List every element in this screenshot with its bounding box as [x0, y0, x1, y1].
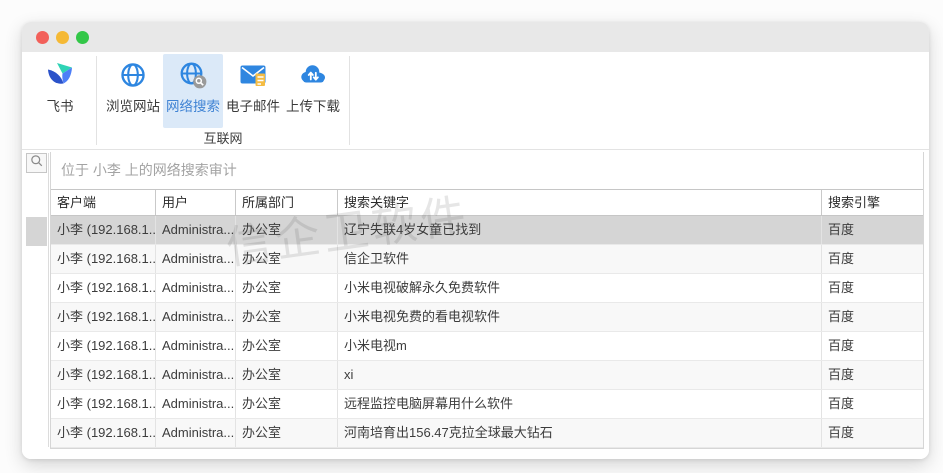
table-row[interactable]: 小李 (192.168.1... Administra... 办公室 小米电视破…: [51, 274, 923, 303]
cell-engine: 百度: [822, 245, 923, 273]
cell-user: Administra...: [156, 390, 236, 418]
cell-engine: 百度: [822, 390, 923, 418]
cell-engine: 百度: [822, 419, 923, 447]
content-area: 信企卫软件 位于 小李 上的网络搜索审计 客户端用户所属部门搜索关键字搜索引擎 …: [22, 150, 929, 459]
cell-client: 小李 (192.168.1...: [51, 332, 156, 360]
minimize-button[interactable]: [56, 31, 69, 44]
search-icon: [29, 153, 45, 174]
table-row[interactable]: 小李 (192.168.1... Administra... 办公室 辽宁失联4…: [51, 216, 923, 245]
close-button[interactable]: [36, 31, 49, 44]
table-row[interactable]: 小李 (192.168.1... Administra... 办公室 小米电视m…: [51, 332, 923, 361]
toolbar-item-label: 浏览网站: [106, 95, 160, 115]
toolbar: 飞书 浏览网站: [22, 52, 929, 150]
table-row[interactable]: 小李 (192.168.1... Administra... 办公室 信企卫软件…: [51, 245, 923, 274]
table-header-row: 客户端用户所属部门搜索关键字搜索引擎: [51, 189, 923, 216]
cell-keyword: 小米电视m: [338, 332, 822, 360]
table-body: 小李 (192.168.1... Administra... 办公室 辽宁失联4…: [51, 216, 923, 448]
column-header[interactable]: 所属部门: [236, 190, 338, 215]
cell-client: 小李 (192.168.1...: [51, 419, 156, 447]
cell-client: 小李 (192.168.1...: [51, 361, 156, 389]
table-row[interactable]: 小李 (192.168.1... Administra... 办公室 远程监控电…: [51, 390, 923, 419]
toolbar-group-label-spacer: [30, 131, 90, 147]
cell-user: Administra...: [156, 419, 236, 447]
audit-panel: 位于 小李 上的网络搜索审计 客户端用户所属部门搜索关键字搜索引擎 小李 (19…: [50, 152, 924, 449]
toolbar-item-email[interactable]: 电子邮件: [223, 54, 283, 128]
toolbar-item-label: 电子邮件: [226, 95, 280, 115]
cell-department: 办公室: [236, 332, 338, 360]
toolbar-divider: [349, 56, 350, 145]
cell-client: 小李 (192.168.1...: [51, 245, 156, 273]
cell-engine: 百度: [822, 303, 923, 331]
cell-user: Administra...: [156, 274, 236, 302]
toolbar-item-label: 网络搜索: [166, 95, 220, 115]
cell-user: Administra...: [156, 216, 236, 244]
column-header[interactable]: 搜索关键字: [338, 190, 822, 215]
cell-engine: 百度: [822, 361, 923, 389]
cell-keyword: 信企卫软件: [338, 245, 822, 273]
panel-title: 位于 小李 上的网络搜索审计: [51, 152, 923, 189]
selected-row-indicator: [26, 217, 47, 246]
toolbar-item-label: 飞书: [47, 95, 74, 115]
cell-keyword: 小米电视破解永久免费软件: [338, 274, 822, 302]
toolbar-item-browse-websites[interactable]: 浏览网站: [103, 54, 163, 128]
cell-engine: 百度: [822, 216, 923, 244]
toolbar-item-feishu[interactable]: 飞书: [30, 54, 90, 128]
cell-engine: 百度: [822, 332, 923, 360]
cell-user: Administra...: [156, 303, 236, 331]
cell-client: 小李 (192.168.1...: [51, 303, 156, 331]
column-header[interactable]: 搜索引擎: [822, 190, 923, 215]
toolbar-group-label: 互联网: [103, 131, 343, 147]
cell-user: Administra...: [156, 245, 236, 273]
toolbar-item-web-search[interactable]: 网络搜索: [163, 54, 223, 128]
cell-department: 办公室: [236, 216, 338, 244]
cell-department: 办公室: [236, 245, 338, 273]
cell-client: 小李 (192.168.1...: [51, 390, 156, 418]
table-row[interactable]: 小李 (192.168.1... Administra... 办公室 xi 百度: [51, 361, 923, 390]
toolbar-group-feishu: 飞书: [30, 52, 90, 149]
column-header[interactable]: 用户: [156, 190, 236, 215]
cell-department: 办公室: [236, 419, 338, 447]
cell-department: 办公室: [236, 274, 338, 302]
cell-user: Administra...: [156, 332, 236, 360]
app-window: 飞书 浏览网站: [22, 22, 929, 459]
cell-department: 办公室: [236, 390, 338, 418]
cell-client: 小李 (192.168.1...: [51, 216, 156, 244]
cell-keyword: 小米电视免费的看电视软件: [338, 303, 822, 331]
table-row[interactable]: 小李 (192.168.1... Administra... 办公室 小米电视免…: [51, 303, 923, 332]
table-row[interactable]: 小李 (192.168.1... Administra... 办公室 河南培育出…: [51, 419, 923, 448]
cell-engine: 百度: [822, 274, 923, 302]
cloud-updown-icon: [298, 60, 328, 90]
cell-keyword: xi: [338, 361, 822, 389]
toolbar-item-upload-download[interactable]: 上传下载: [283, 54, 343, 128]
search-button[interactable]: [26, 153, 47, 173]
window-titlebar: [22, 22, 929, 52]
toolbar-group-internet: 浏览网站 网络搜索: [103, 52, 343, 149]
cell-user: Administra...: [156, 361, 236, 389]
email-icon: [238, 60, 268, 90]
cell-department: 办公室: [236, 361, 338, 389]
cell-keyword: 辽宁失联4岁女童已找到: [338, 216, 822, 244]
globe-search-icon: [178, 60, 208, 90]
cell-keyword: 河南培育出156.47克拉全球最大钻石: [338, 419, 822, 447]
feishu-icon: [45, 60, 75, 90]
zoom-button[interactable]: [76, 31, 89, 44]
toolbar-divider: [96, 56, 97, 145]
column-header[interactable]: 客户端: [51, 190, 156, 215]
toolbar-item-label: 上传下载: [286, 95, 340, 115]
cell-department: 办公室: [236, 303, 338, 331]
cell-keyword: 远程监控电脑屏幕用什么软件: [338, 390, 822, 418]
row-gutter-rail: [26, 153, 49, 447]
cell-client: 小李 (192.168.1...: [51, 274, 156, 302]
globe-icon: [118, 60, 148, 90]
